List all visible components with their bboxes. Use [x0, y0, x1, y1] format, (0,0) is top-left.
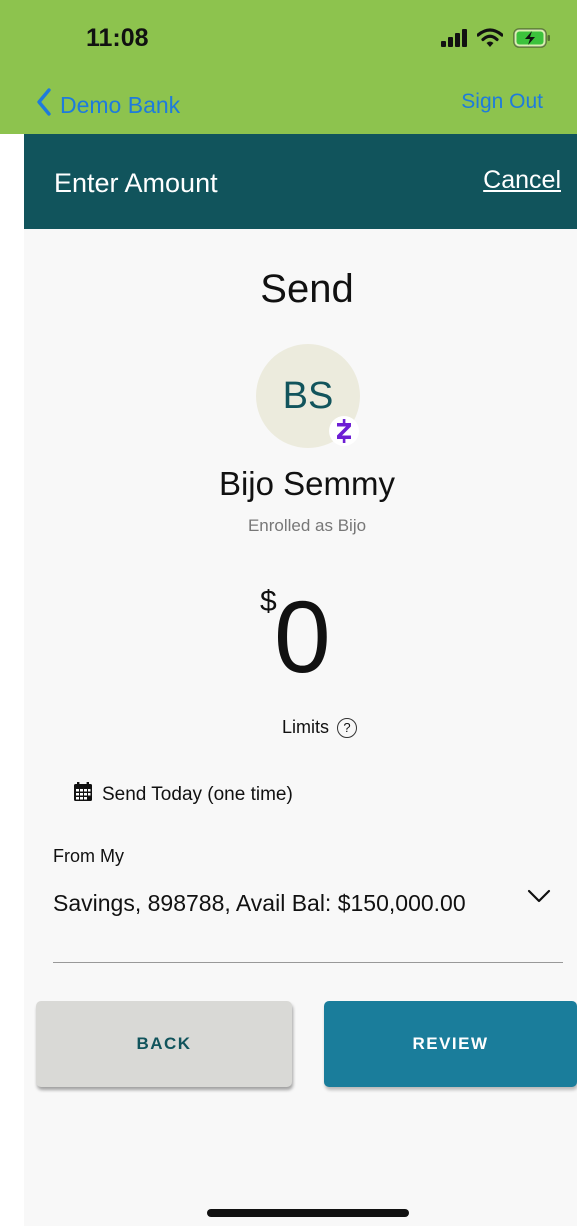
- review-button[interactable]: REVIEW: [324, 1001, 577, 1087]
- help-circle-icon[interactable]: ?: [337, 717, 358, 738]
- avatar-initials: BS: [282, 374, 334, 417]
- limits-label: Limits: [282, 717, 330, 737]
- battery-charging-icon: [513, 28, 551, 53]
- cancel-link[interactable]: Cancel: [483, 166, 561, 195]
- wifi-icon: [476, 28, 504, 53]
- chevron-left-icon: [36, 88, 52, 122]
- send-money-panel: Send BS Bijo Semmy Enrolled as Bijo $ 0 …: [24, 229, 577, 1226]
- selected-account: Savings, 898788, Avail Bal: $150,000.00: [53, 890, 466, 916]
- status-icons: [441, 28, 551, 53]
- chevron-down-icon: [527, 889, 551, 908]
- page-header: Enter Amount Cancel: [24, 134, 577, 229]
- home-indicator[interactable]: [207, 1209, 409, 1217]
- status-bar: 11:08: [0, 0, 577, 76]
- amount-input[interactable]: 0: [274, 581, 331, 693]
- back-link-label: Demo Bank: [60, 91, 181, 118]
- calendar-icon: [74, 782, 92, 807]
- page-title: Enter Amount: [54, 168, 218, 198]
- recipient-name: Bijo Semmy: [218, 465, 396, 502]
- nav-bar: Demo Bank Sign Out: [0, 76, 577, 134]
- zelle-logo-icon: [329, 416, 359, 446]
- cellular-signal-icon: [441, 29, 467, 52]
- from-account-label: From My: [53, 846, 124, 866]
- send-date-label: Send Today (one time): [102, 783, 293, 805]
- send-date-selector[interactable]: Send Today (one time): [74, 782, 293, 807]
- enrolled-as-text: Enrolled as Bijo: [247, 516, 367, 535]
- back-to-demo-bank-link[interactable]: Demo Bank: [36, 88, 180, 122]
- from-account-select[interactable]: Savings, 898788, Avail Bal: $150,000.00: [53, 883, 563, 963]
- status-time: 11:08: [86, 24, 149, 52]
- back-button[interactable]: BACK: [36, 1001, 292, 1087]
- limits-link[interactable]: Limits ?: [282, 717, 358, 738]
- send-heading: Send: [260, 267, 354, 311]
- sign-out-link[interactable]: Sign Out: [461, 90, 543, 114]
